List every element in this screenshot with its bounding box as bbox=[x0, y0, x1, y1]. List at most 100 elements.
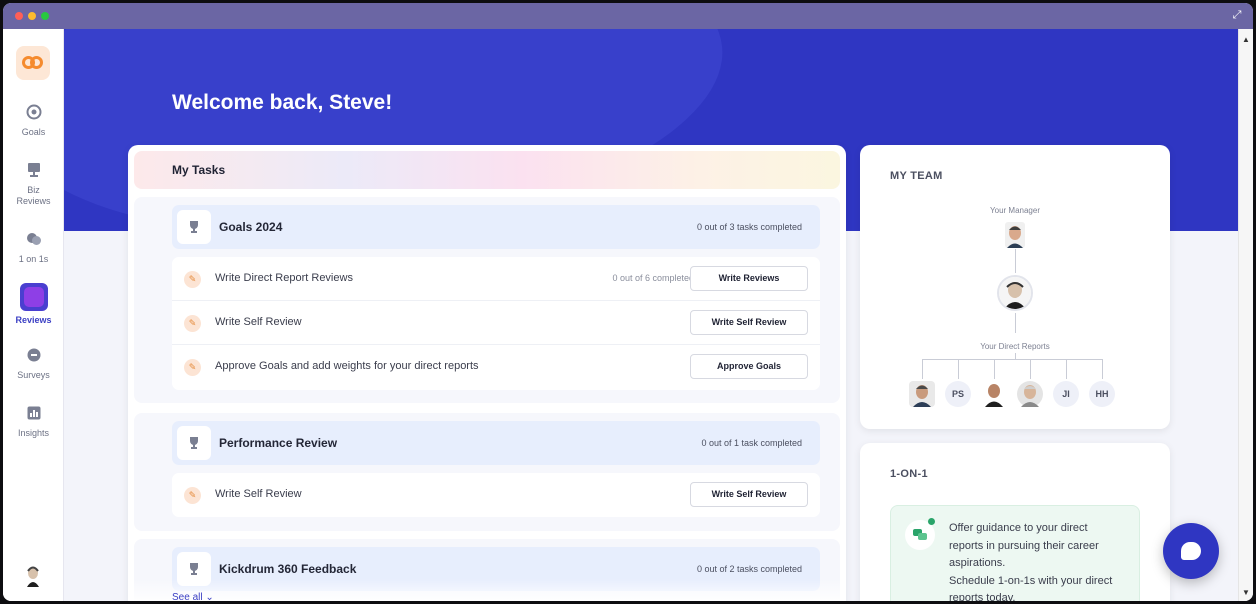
sidebar-item-biz-reviews[interactable]: Biz Reviews bbox=[3, 161, 64, 207]
connector-line bbox=[958, 359, 959, 379]
my-tasks-header: My Tasks bbox=[134, 151, 840, 189]
presentation-icon bbox=[25, 161, 43, 179]
sidebar-item-label: Biz Reviews bbox=[16, 185, 51, 206]
close-window-button[interactable] bbox=[15, 12, 23, 20]
task-row: ✎ Write Direct Report Reviews 0 out of 6… bbox=[172, 257, 820, 301]
target-icon bbox=[25, 103, 43, 121]
title-bar: ⤢ bbox=[3, 3, 1253, 29]
my-team-card: MY TEAM Your Manager Your Direct Reports… bbox=[860, 145, 1170, 429]
task-label: Approve Goals and add weights for your d… bbox=[215, 360, 479, 372]
my-tasks-title: My Tasks bbox=[172, 163, 226, 177]
manager-avatar[interactable] bbox=[1005, 222, 1025, 248]
sidebar-item-insights[interactable]: Insights bbox=[3, 404, 64, 439]
task-group-title: Kickdrum 360 Feedback bbox=[219, 562, 357, 576]
one-on-one-prompt[interactable]: Offer guidance to your direct reports in… bbox=[890, 505, 1140, 601]
sidebar-item-goals[interactable]: Goals bbox=[3, 103, 64, 138]
connector-line bbox=[1015, 313, 1016, 333]
minimize-window-button[interactable] bbox=[28, 12, 36, 20]
my-avatar[interactable] bbox=[997, 275, 1033, 311]
see-all-link[interactable]: See all ⌄ bbox=[172, 592, 214, 601]
write-self-review-button[interactable]: Write Self Review bbox=[690, 310, 808, 335]
sidebar: Goals Biz Reviews 1 on 1s Reviews Survey… bbox=[3, 29, 64, 601]
task-group-header[interactable]: Goals 2024 0 out of 3 tasks completed bbox=[172, 205, 820, 249]
main-content: Welcome back, Steve! My Tasks Goals 2024… bbox=[64, 29, 1238, 601]
pencil-icon: ✎ bbox=[184, 487, 201, 504]
direct-report-avatar[interactable]: JI bbox=[1053, 381, 1079, 407]
connector-line bbox=[922, 359, 1102, 360]
connector-line bbox=[1030, 359, 1031, 379]
direct-report-avatar[interactable] bbox=[1017, 381, 1043, 407]
one-on-one-title: 1-ON-1 bbox=[890, 468, 928, 480]
task-label: Write Self Review bbox=[215, 488, 302, 500]
task-label: Write Self Review bbox=[215, 316, 302, 328]
task-list: ✎ Write Self Review Write Self Review bbox=[172, 473, 820, 517]
direct-report-avatar[interactable]: PS bbox=[945, 381, 971, 407]
write-reviews-button[interactable]: Write Reviews bbox=[690, 266, 808, 291]
pencil-icon: ✎ bbox=[184, 315, 201, 332]
connector-line bbox=[1066, 359, 1067, 379]
task-group-count: 0 out of 2 tasks completed bbox=[696, 564, 802, 574]
scroll-down-icon[interactable]: ▼ bbox=[1242, 588, 1250, 597]
connector-line bbox=[994, 359, 995, 379]
chat-bubble-icon bbox=[1181, 542, 1201, 560]
sidebar-item-1-on-1s[interactable]: 1 on 1s bbox=[3, 230, 64, 265]
survey-icon bbox=[25, 346, 43, 364]
app-window: ⤢ Goals Biz Reviews 1 on 1s Reviews Surv… bbox=[3, 3, 1253, 601]
my-tasks-card: My Tasks Goals 2024 0 out of 3 tasks com… bbox=[128, 145, 846, 601]
task-row: ✎ Write Self Review Write Self Review bbox=[172, 473, 820, 517]
welcome-heading: Welcome back, Steve! bbox=[172, 91, 393, 114]
direct-report-avatar[interactable] bbox=[909, 381, 935, 407]
one-on-one-card: 1-ON-1 Offer guidance to your direct rep… bbox=[860, 443, 1170, 601]
one-on-one-text: Offer guidance to your direct reports in… bbox=[949, 520, 1134, 601]
task-group-title: Goals 2024 bbox=[219, 220, 283, 234]
sidebar-item-surveys[interactable]: Surveys bbox=[3, 346, 64, 381]
task-group-header[interactable]: Performance Review 0 out of 1 task compl… bbox=[172, 421, 820, 465]
prompt-line: reports today. bbox=[949, 592, 1016, 601]
direct-report-avatar[interactable] bbox=[981, 381, 1007, 407]
manager-label: Your Manager bbox=[990, 206, 1040, 215]
prompt-line: Offer guidance to your direct bbox=[949, 522, 1088, 534]
user-avatar[interactable] bbox=[23, 565, 43, 587]
fullscreen-icon[interactable]: ⤢ bbox=[1231, 9, 1243, 21]
sidebar-item-reviews[interactable]: Reviews bbox=[3, 283, 64, 326]
connector-line bbox=[922, 359, 923, 379]
direct-reports-label: Your Direct Reports bbox=[980, 342, 1050, 351]
connector-line bbox=[1102, 359, 1103, 379]
approve-goals-button[interactable]: Approve Goals bbox=[690, 354, 808, 379]
task-row: ✎ Write Self Review Write Self Review bbox=[172, 301, 820, 345]
pencil-icon: ✎ bbox=[184, 359, 201, 376]
write-self-review-button[interactable]: Write Self Review bbox=[690, 482, 808, 507]
sidebar-item-label: 1 on 1s bbox=[18, 254, 49, 264]
maximize-window-button[interactable] bbox=[41, 12, 49, 20]
my-team-title: MY TEAM bbox=[890, 170, 943, 182]
chart-icon bbox=[25, 404, 43, 422]
sidebar-item-label: Goals bbox=[21, 127, 46, 137]
task-list: ✎ Write Direct Report Reviews 0 out of 6… bbox=[172, 257, 820, 390]
sidebar-item-label: Insights bbox=[17, 428, 50, 438]
scroll-up-icon[interactable]: ▲ bbox=[1242, 35, 1250, 44]
sidebar-item-label: Reviews bbox=[15, 315, 52, 325]
vertical-scrollbar[interactable]: ▲ ▼ bbox=[1238, 29, 1253, 601]
sidebar-item-label: Surveys bbox=[17, 370, 50, 380]
task-label: Write Direct Report Reviews bbox=[215, 272, 353, 284]
prompt-line: reports in pursuing their career bbox=[949, 539, 1099, 552]
app-logo[interactable] bbox=[16, 46, 50, 80]
pencil-icon: ✎ bbox=[184, 271, 201, 288]
list-fade bbox=[128, 579, 846, 601]
direct-report-avatar[interactable]: HH bbox=[1089, 381, 1115, 407]
chat-launcher-button[interactable] bbox=[1163, 523, 1219, 579]
connector-line bbox=[1015, 249, 1016, 273]
notification-dot bbox=[928, 518, 935, 525]
task-group-title: Performance Review bbox=[219, 436, 338, 450]
task-row: ✎ Approve Goals and add weights for your… bbox=[172, 345, 820, 389]
task-progress: 0 out of 6 completed bbox=[612, 273, 694, 283]
task-group-goals-2024: Goals 2024 0 out of 3 tasks completed ✎ … bbox=[134, 197, 840, 403]
trophy-icon bbox=[177, 426, 211, 460]
see-all-label: See all bbox=[172, 592, 203, 601]
prompt-line: Schedule 1-on-1s with your direct bbox=[949, 574, 1113, 587]
logo-icon bbox=[22, 52, 44, 74]
prompt-line: aspirations. bbox=[949, 557, 1006, 569]
chevron-down-icon: ⌄ bbox=[205, 592, 214, 601]
trophy-icon bbox=[177, 210, 211, 244]
chat-icon bbox=[25, 230, 43, 248]
